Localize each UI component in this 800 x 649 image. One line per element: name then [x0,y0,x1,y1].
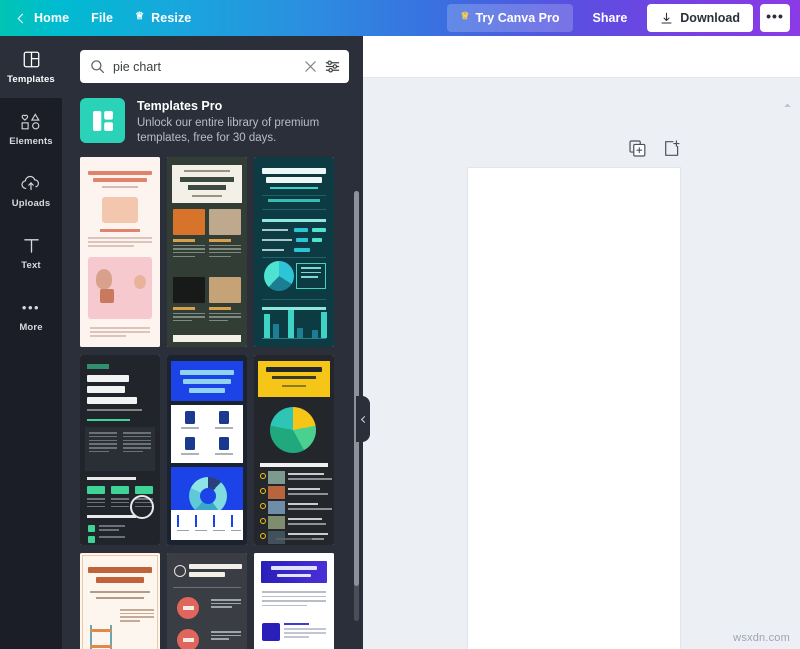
more-options-button[interactable]: ••• [760,4,790,32]
chevron-left-icon [360,415,368,423]
templates-icon [92,110,113,131]
template-card[interactable]: Old-Fashioned Pumpkin Pie [167,157,247,347]
templates-panel: Templates Pro Unlock our entire library … [62,36,363,649]
template-card[interactable]: Most Requested Music Genre of 2019 [254,355,334,545]
template-results-grid: New We're Inviting Fresh Fido Facebook O… [62,157,363,649]
try-canva-pro-button[interactable]: ♕ Try Canva Pro [447,4,573,32]
canva-editor-window: Home File ♕ Resize ♕ Try Canva Pro Share [0,0,800,649]
template-thumbnail [80,355,160,545]
elements-icon [21,111,42,132]
template-thumbnail [167,157,247,347]
template-thumbnail [167,355,247,545]
search-icon [91,60,105,74]
template-thumbnail [254,355,334,545]
template-thumbnail [80,157,160,347]
download-button[interactable]: Download [647,4,753,32]
share-button-label: Share [592,11,628,25]
header-right-group: ♕ Try Canva Pro Share Download ••• [447,4,792,32]
resize-button[interactable]: ♕ Resize [124,5,202,31]
template-card[interactable]: Effect of People Around Introverts [167,355,247,545]
left-sidebar-rail: Templates Elements Uploads Text ••• More [0,36,62,649]
top-header-bar: Home File ♕ Resize ♕ Try Canva Pro Share [0,0,800,36]
editor-area: wsxdn.com [363,36,800,649]
download-icon [661,12,672,23]
duplicate-page-icon[interactable] [629,140,646,157]
template-thumbnail [254,553,334,649]
uploads-icon [21,173,41,194]
sidebar-label-more: More [19,322,43,333]
share-button[interactable]: Share [580,4,641,32]
home-button[interactable]: Home [8,5,80,31]
template-card[interactable]: Efficient Ways to Get Around the City [254,553,334,649]
sidebar-item-text[interactable]: Text [0,222,62,284]
template-card[interactable]: App Statistics on Asian Market [167,553,247,649]
page-tools-group [629,140,681,157]
file-menu-label: File [91,11,114,25]
watermark-text: wsxdn.com [733,632,790,644]
templates-pro-text: Templates Pro Unlock our entire library … [137,98,333,145]
filter-sliders-icon[interactable] [325,59,340,74]
chevron-left-icon [17,13,28,23]
template-thumbnail [167,553,247,649]
sidebar-label-text: Text [21,260,41,271]
template-card[interactable]: New We're Inviting Fresh Fido Facebook [80,157,160,347]
template-thumbnail [254,157,334,347]
crown-icon: ♕ [460,11,470,22]
panel-scrollbar-thumb[interactable] [354,191,359,586]
sidebar-item-uploads[interactable]: Uploads [0,160,62,222]
more-dots-icon: ••• [21,300,41,315]
search-input[interactable] [113,59,296,74]
sidebar-item-more[interactable]: ••• More [0,284,62,346]
search-area [62,36,363,83]
file-menu-button[interactable]: File [80,5,124,31]
template-card[interactable]: The Stepladder Approach [80,553,160,649]
sidebar-item-elements[interactable]: Elements [0,98,62,160]
templates-pro-title: Templates Pro [137,99,223,113]
resize-button-label: Resize [151,11,192,25]
templates-pro-subtitle: Unlock our entire library of premium tem… [137,117,320,144]
template-card[interactable]: Let's Go Shopping! [254,157,334,347]
templates-pro-promo[interactable]: Templates Pro Unlock our entire library … [62,83,363,157]
sidebar-item-templates[interactable]: Templates [0,36,62,98]
sidebar-label-elements: Elements [9,136,53,147]
sidebar-label-uploads: Uploads [11,198,51,209]
more-dots-icon: ••• [766,7,784,24]
home-button-label: Home [34,11,70,25]
template-card[interactable]: The Art of City Structure [80,355,160,545]
search-box[interactable] [80,50,349,83]
header-left-group: Home File ♕ Resize [8,5,202,31]
close-icon[interactable] [304,60,317,73]
templates-icon [23,49,40,70]
templates-pro-thumbnail [80,98,125,143]
sidebar-label-templates: Templates [7,74,55,85]
scroll-up-arrow-icon[interactable] [782,100,793,111]
template-thumbnail [80,553,160,649]
text-icon [23,235,40,256]
collapse-panel-handle[interactable] [356,396,370,442]
editor-toolbar [363,36,800,78]
canvas-area[interactable]: wsxdn.com [363,78,800,649]
design-page-canvas[interactable] [468,168,680,649]
add-page-icon[interactable] [664,140,681,157]
download-button-label: Download [680,11,740,25]
crown-icon: ♕ [135,11,145,22]
try-canva-pro-label: Try Canva Pro [475,11,560,25]
